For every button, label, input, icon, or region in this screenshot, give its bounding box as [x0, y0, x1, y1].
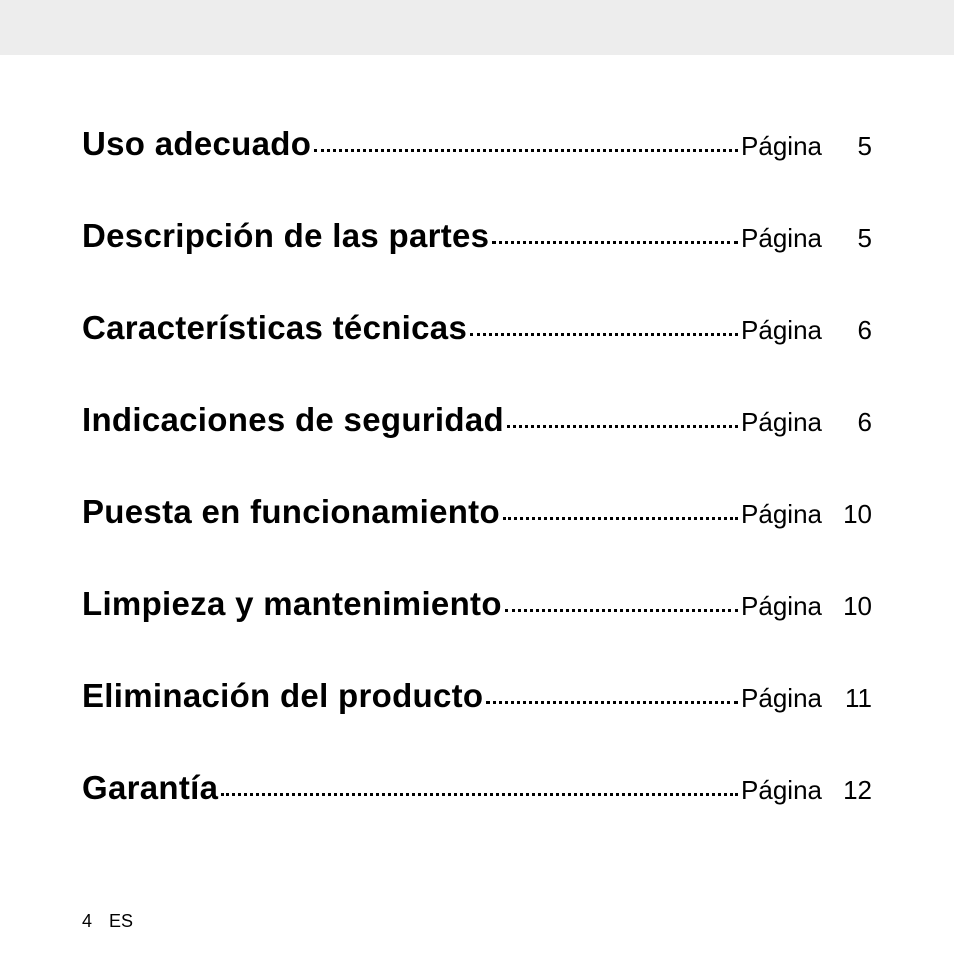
toc-page-label: Página	[741, 131, 822, 162]
toc-entry: Indicaciones de seguridad Página 6	[82, 401, 872, 439]
toc-leader-dots	[221, 793, 738, 796]
toc-entry: Descripción de las partes Página 5	[82, 217, 872, 255]
toc-page-number: 12	[822, 775, 872, 806]
toc-leader-dots	[503, 517, 738, 520]
toc-page-number: 10	[822, 591, 872, 622]
toc-title: Uso adecuado	[82, 125, 311, 163]
toc-page-number: 5	[822, 223, 872, 254]
toc-page-label: Página	[741, 775, 822, 806]
toc-page-number: 5	[822, 131, 872, 162]
toc-title: Descripción de las partes	[82, 217, 489, 255]
toc-page-number: 6	[822, 407, 872, 438]
toc-page-label: Página	[741, 591, 822, 622]
toc-entry: Limpieza y mantenimiento Página 10	[82, 585, 872, 623]
toc-leader-dots	[486, 701, 738, 704]
toc-leader-dots	[470, 333, 738, 336]
toc-title: Limpieza y mantenimiento	[82, 585, 502, 623]
toc-page-label: Página	[741, 499, 822, 530]
toc-entry: Eliminación del producto Página 11	[82, 677, 872, 715]
toc-title: Características técnicas	[82, 309, 467, 347]
toc-page-label: Página	[741, 315, 822, 346]
toc-page-label: Página	[741, 407, 822, 438]
footer-language-code: ES	[109, 911, 133, 931]
toc-page-number: 11	[822, 683, 872, 714]
toc-leader-dots	[505, 609, 738, 612]
footer-page-number: 4	[82, 911, 92, 931]
toc-leader-dots	[314, 149, 738, 152]
top-margin-strip	[0, 0, 954, 55]
toc-page-number: 10	[822, 499, 872, 530]
toc-page-label: Página	[741, 223, 822, 254]
toc-leader-dots	[507, 425, 738, 428]
toc-entry: Características técnicas Página 6	[82, 309, 872, 347]
toc-title: Puesta en funcionamiento	[82, 493, 500, 531]
toc-entry: Uso adecuado Página 5	[82, 125, 872, 163]
toc-entry: Garantía Página 12	[82, 769, 872, 807]
toc-page-number: 6	[822, 315, 872, 346]
document-page: Uso adecuado Página 5 Descripción de las…	[0, 0, 954, 954]
page-footer: 4 ES	[82, 911, 133, 932]
toc-title: Garantía	[82, 769, 218, 807]
toc-title: Indicaciones de seguridad	[82, 401, 504, 439]
toc-leader-dots	[492, 241, 738, 244]
toc-title: Eliminación del producto	[82, 677, 483, 715]
toc-page-label: Página	[741, 683, 822, 714]
toc-entry: Puesta en funcionamiento Página 10	[82, 493, 872, 531]
